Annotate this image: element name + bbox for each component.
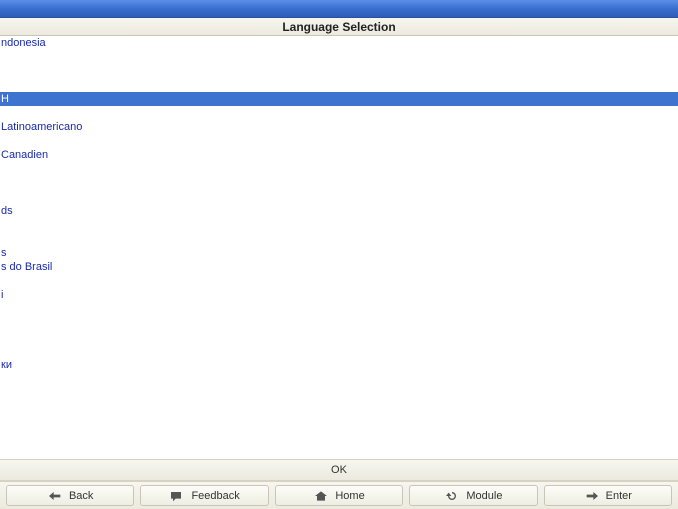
bottom-nav: Back Feedback Home Module Enter [0,481,678,509]
language-item[interactable] [0,218,678,232]
language-item[interactable]: s do Brasil [0,260,678,274]
window-titlebar [0,0,678,18]
enter-button[interactable]: Enter [544,485,672,506]
reload-icon [444,489,460,503]
language-item[interactable]: s [0,246,678,260]
back-label: Back [69,490,93,502]
language-item[interactable]: Latinoamericano [0,120,678,134]
feedback-button[interactable]: Feedback [140,485,268,506]
feedback-icon [169,489,185,503]
language-item[interactable] [0,176,678,190]
language-item[interactable] [0,344,678,358]
language-item[interactable] [0,316,678,330]
language-item[interactable] [0,302,678,316]
ok-button[interactable]: OK [0,464,678,476]
language-item[interactable]: ки [0,358,678,372]
back-arrow-icon [47,489,63,503]
module-button[interactable]: Module [409,485,537,506]
language-item[interactable] [0,78,678,92]
language-item[interactable]: H [0,92,678,106]
language-item[interactable] [0,50,678,64]
language-item[interactable]: Canadien [0,148,678,162]
home-label: Home [335,490,364,502]
language-item[interactable] [0,372,678,386]
ok-bar: OK [0,459,678,481]
language-item[interactable] [0,64,678,78]
home-icon [313,489,329,503]
language-item[interactable]: ndonesia [0,36,678,50]
language-item[interactable] [0,134,678,148]
language-item[interactable]: ds [0,204,678,218]
language-item[interactable]: i [0,288,678,302]
module-label: Module [466,490,502,502]
enter-label: Enter [606,490,632,502]
language-item[interactable] [0,274,678,288]
dialog-title: Language Selection [0,18,678,36]
language-item[interactable] [0,162,678,176]
language-item[interactable] [0,232,678,246]
language-item[interactable] [0,400,678,414]
back-button[interactable]: Back [6,485,134,506]
language-item[interactable] [0,190,678,204]
language-item[interactable] [0,428,678,442]
language-item[interactable] [0,106,678,120]
enter-arrow-icon [584,489,600,503]
language-list[interactable]: ndonesia H Latinoamericano Canadien ds ss do … [0,36,678,459]
language-item[interactable] [0,330,678,344]
language-item[interactable] [0,414,678,428]
language-item[interactable] [0,386,678,400]
home-button[interactable]: Home [275,485,403,506]
feedback-label: Feedback [191,490,239,502]
